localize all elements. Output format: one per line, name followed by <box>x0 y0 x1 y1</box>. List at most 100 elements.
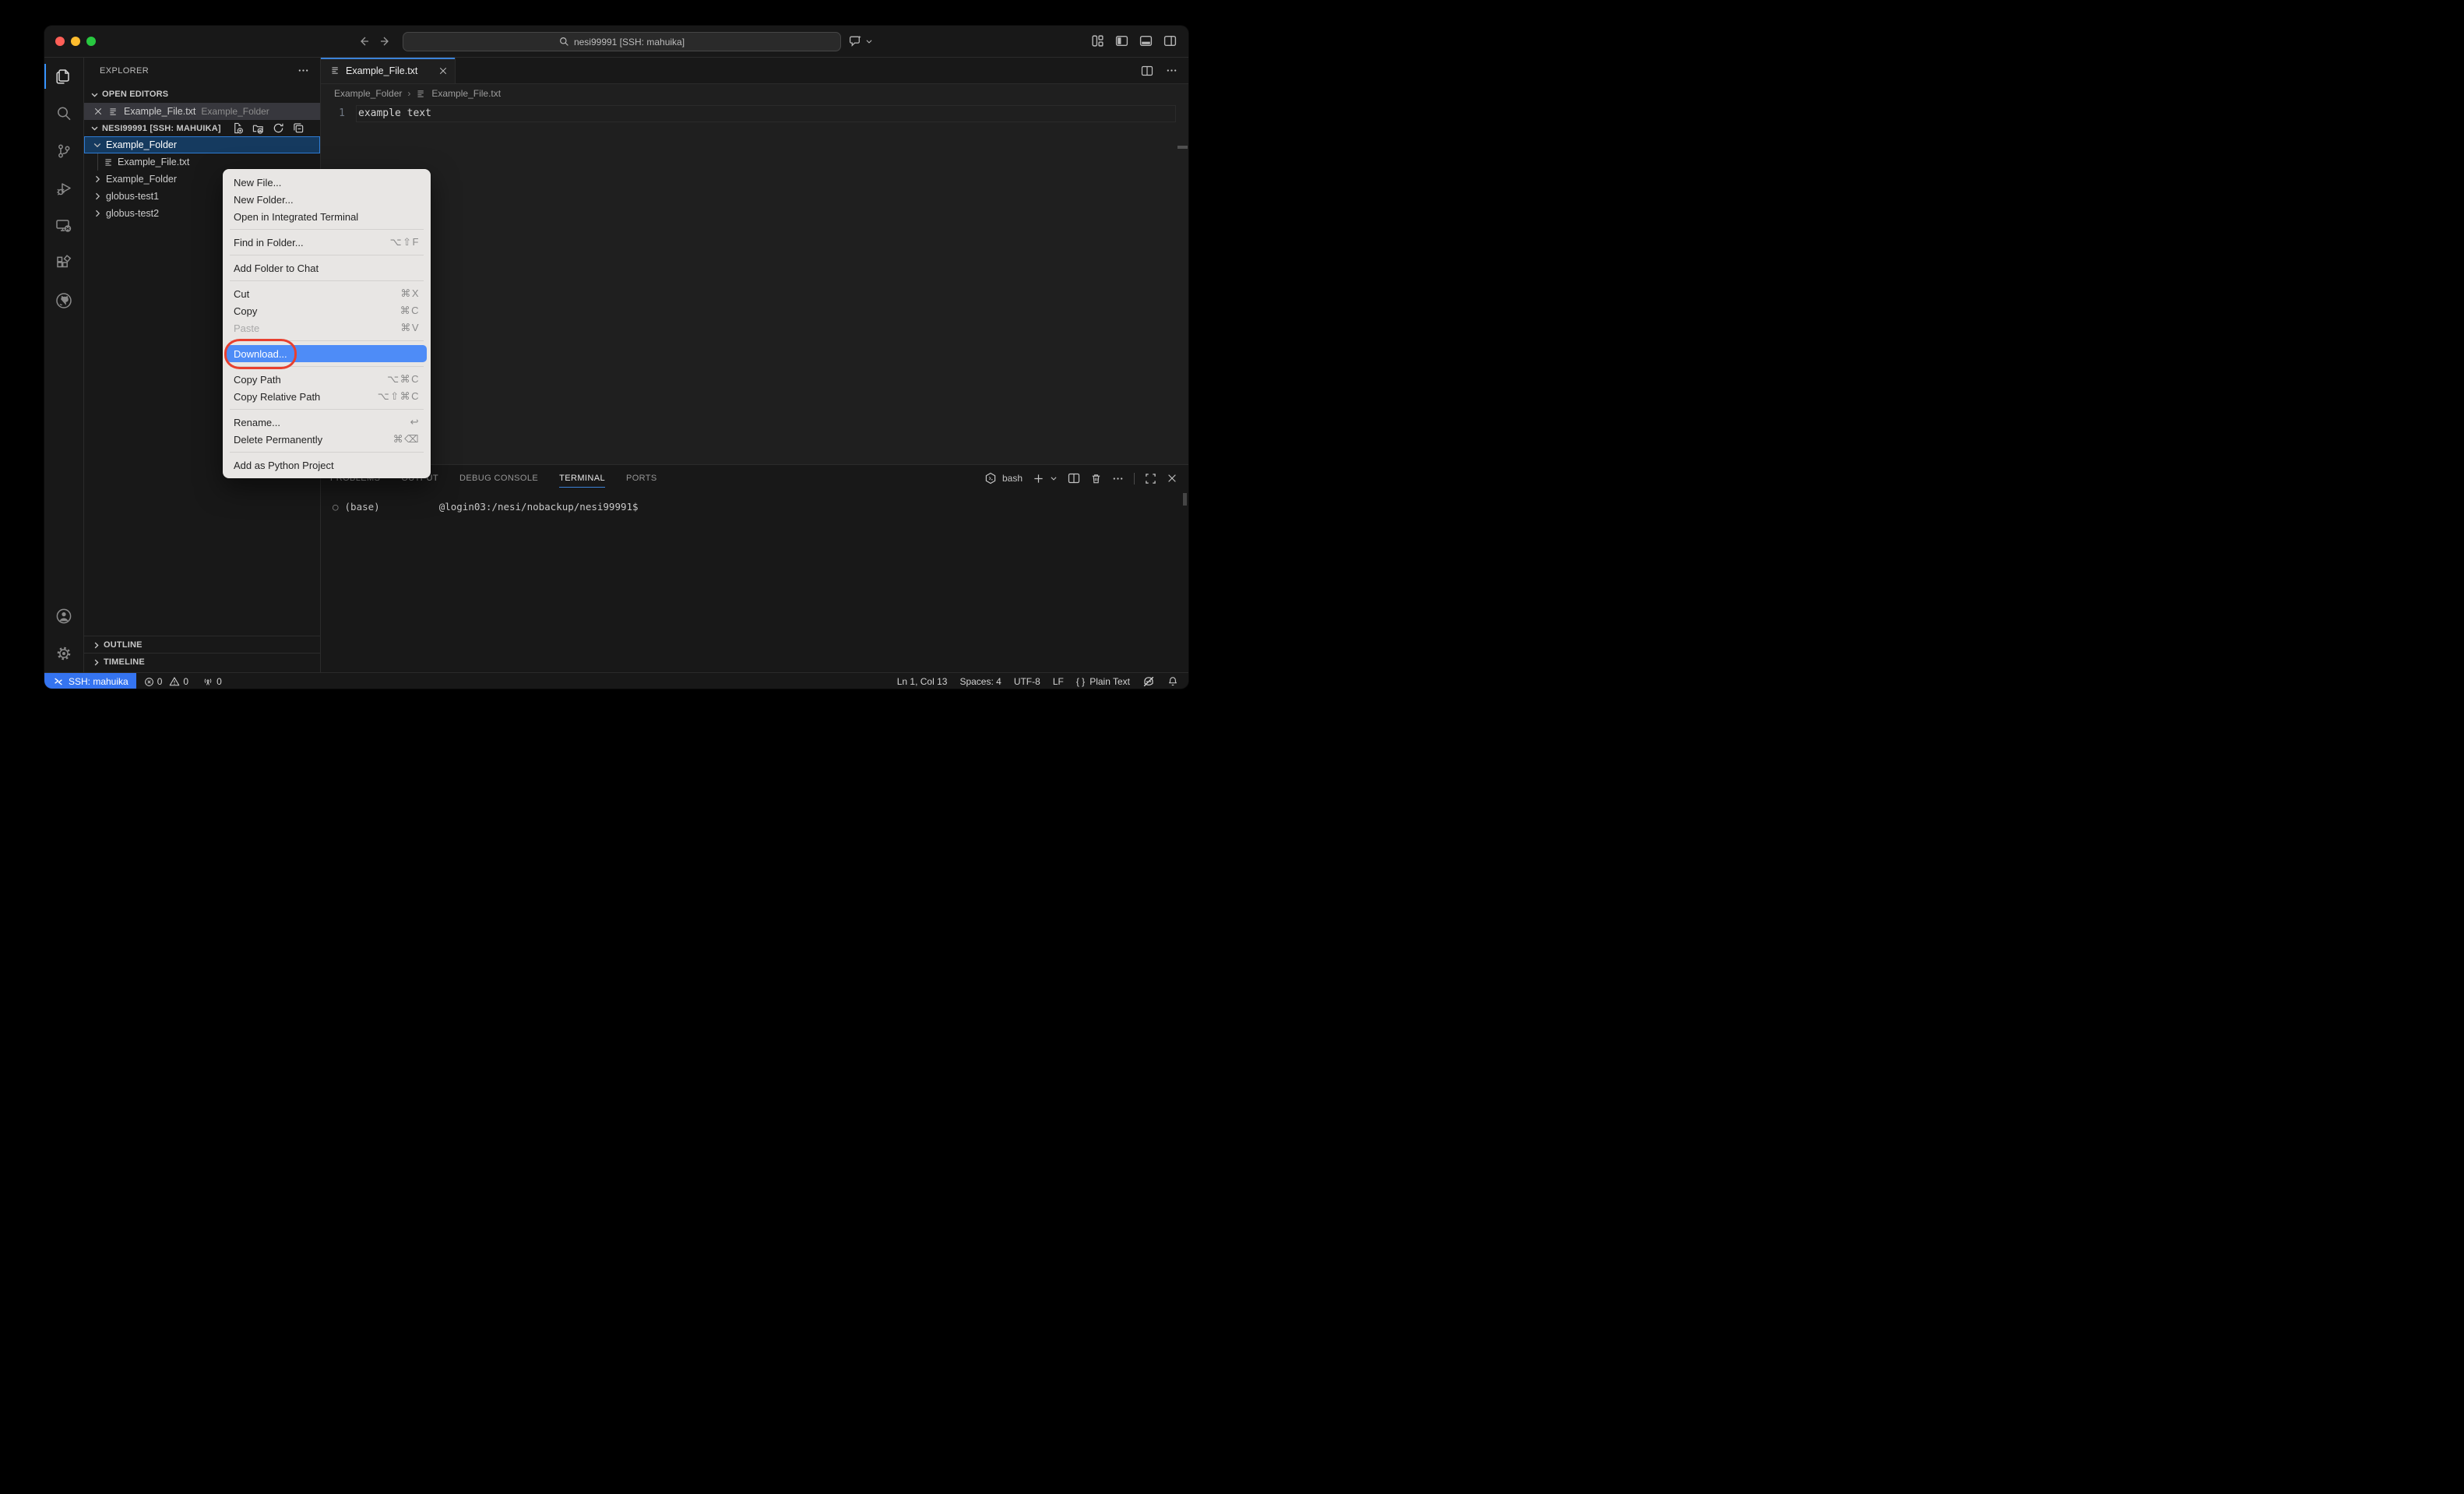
chevron-right-icon <box>93 209 102 218</box>
encoding[interactable]: UTF-8 <box>1014 676 1040 687</box>
minimap-slider[interactable] <box>1177 146 1188 149</box>
menu-item-find-in-folder[interactable]: Find in Folder...⌥⇧F <box>227 234 427 251</box>
search-icon <box>55 104 73 123</box>
zoom-window-button[interactable] <box>86 37 96 46</box>
open-editors-section[interactable]: OPEN EDITORS <box>84 86 320 103</box>
menu-item-new-folder[interactable]: New Folder... <box>227 191 427 208</box>
menu-item-copy[interactable]: Copy⌘C <box>227 302 427 319</box>
chevron-down-icon <box>90 90 99 99</box>
copilot-disabled-icon[interactable] <box>1142 675 1155 688</box>
code-line-text: example text <box>358 107 431 119</box>
terminal-scrollbar[interactable] <box>1183 493 1187 506</box>
terminal-picker-chevron-icon[interactable] <box>1050 474 1058 482</box>
desktop: { "titlebar": { "search_value": "nesi999… <box>0 0 1232 747</box>
breadcrumb-folder[interactable]: Example_Folder <box>334 88 402 99</box>
back-arrow-icon[interactable] <box>357 35 370 48</box>
layout-customize-icon[interactable] <box>1091 34 1104 48</box>
sidebar-item-search[interactable] <box>44 95 83 132</box>
maximize-panel-icon[interactable] <box>1145 473 1156 484</box>
workspace-section-header[interactable]: NESI99991 [SSH: MAHUIKA] <box>84 120 320 136</box>
chevron-down-icon[interactable] <box>865 37 873 45</box>
more-actions-icon[interactable] <box>297 65 309 76</box>
run-debug-icon <box>55 179 73 198</box>
tab-label: Example_File.txt <box>346 65 417 76</box>
menu-item-new-file[interactable]: New File... <box>227 174 427 191</box>
menu-item-delete-permanently[interactable]: Delete Permanently⌘⌫ <box>227 431 427 448</box>
sidebar-item-run-debug[interactable] <box>44 170 83 207</box>
tab-debug-console[interactable]: DEBUG CONSOLE <box>459 465 538 492</box>
menu-item-copy-relative-path[interactable]: Copy Relative Path⌥⇧⌘C <box>227 388 427 405</box>
menu-item-add-as-python-project[interactable]: Add as Python Project <box>227 456 427 474</box>
forward-arrow-icon[interactable] <box>379 35 392 48</box>
open-editor-item[interactable]: Example_File.txt Example_Folder <box>84 103 320 120</box>
ports-status[interactable]: 0 <box>202 676 222 687</box>
close-icon[interactable] <box>93 107 103 116</box>
menu-item-paste: Paste⌘V <box>227 319 427 337</box>
menu-separator <box>230 452 424 453</box>
open-editor-folder: Example_Folder <box>201 106 269 117</box>
close-icon[interactable] <box>438 66 448 76</box>
accounts-menu[interactable] <box>44 597 83 635</box>
search-icon <box>559 37 569 47</box>
tab-terminal[interactable]: TERMINAL <box>559 465 605 492</box>
sidebar-item-remote-explorer[interactable] <box>44 207 83 245</box>
toggle-primary-sidebar-icon[interactable] <box>1115 34 1128 48</box>
copilot-chat-icon[interactable] <box>849 34 862 48</box>
language-mode[interactable]: { } Plain Text <box>1076 676 1130 687</box>
sidebar-item-explorer[interactable] <box>44 58 83 95</box>
indentation[interactable]: Spaces: 4 <box>959 676 1001 687</box>
code-editor[interactable]: 1 example text <box>321 103 1188 464</box>
menu-item-open-integrated-terminal[interactable]: Open in Integrated Terminal <box>227 208 427 225</box>
context-menu: New File... New Folder... Open in Integr… <box>223 169 431 478</box>
remote-indicator[interactable]: SSH: mahuika <box>44 673 136 689</box>
more-actions-icon[interactable] <box>1112 473 1124 484</box>
breadcrumb[interactable]: Example_Folder › Example_File.txt <box>321 84 1188 103</box>
collapse-all-icon[interactable] <box>293 122 304 134</box>
file-icon <box>104 157 114 167</box>
close-panel-icon[interactable] <box>1167 473 1177 484</box>
sidebar-item-extensions[interactable] <box>44 245 83 282</box>
problems-status[interactable]: 0 0 <box>144 676 188 687</box>
close-window-button[interactable] <box>55 37 65 46</box>
menu-item-add-folder-to-chat[interactable]: Add Folder to Chat <box>227 259 427 277</box>
settings-menu[interactable] <box>44 635 83 672</box>
tree-item-example-folder[interactable]: Example_Folder <box>84 136 320 153</box>
menu-item-download[interactable]: Download... <box>227 345 427 362</box>
terminal-content[interactable]: ○ (base) @login03:/nesi/nobackup/nesi999… <box>321 492 1188 513</box>
kill-terminal-icon[interactable] <box>1090 473 1102 484</box>
refresh-icon[interactable] <box>273 122 284 134</box>
warnings-icon <box>169 676 180 687</box>
tab-ports[interactable]: PORTS <box>626 465 657 492</box>
remote-label: SSH: mahuika <box>69 676 128 687</box>
menu-separator <box>230 409 424 410</box>
open-editor-file: Example_File.txt <box>124 106 195 117</box>
settings-gear-icon <box>55 644 73 663</box>
more-actions-icon[interactable] <box>1166 65 1177 76</box>
breadcrumb-file[interactable]: Example_File.txt <box>431 88 501 99</box>
cursor-position[interactable]: Ln 1, Col 13 <box>897 676 948 687</box>
minimize-window-button[interactable] <box>71 37 80 46</box>
command-center-search[interactable]: nesi99991 [SSH: mahuika] <box>403 32 841 51</box>
toggle-secondary-sidebar-icon[interactable] <box>1163 34 1177 48</box>
toggle-panel-icon[interactable] <box>1139 34 1153 48</box>
menu-item-rename[interactable]: Rename...↩ <box>227 414 427 431</box>
new-file-icon[interactable] <box>232 122 244 134</box>
new-terminal-icon[interactable] <box>1033 473 1044 484</box>
notifications-bell-icon[interactable] <box>1167 676 1178 687</box>
new-folder-icon[interactable] <box>252 122 264 134</box>
tab-example-file[interactable]: Example_File.txt <box>321 58 456 83</box>
sidebar-item-github[interactable] <box>44 282 83 319</box>
menu-item-copy-path[interactable]: Copy Path⌥⌘C <box>227 371 427 388</box>
eol-sequence[interactable]: LF <box>1053 676 1064 687</box>
split-terminal-icon[interactable] <box>1068 472 1080 484</box>
menu-item-cut[interactable]: Cut⌘X <box>227 285 427 302</box>
terminal-instance[interactable]: bash <box>984 472 1023 484</box>
chevron-down-icon <box>90 124 99 132</box>
tree-item-example-file[interactable]: Example_File.txt <box>84 153 320 171</box>
outline-section[interactable]: OUTLINE <box>84 636 320 654</box>
timeline-section[interactable]: TIMELINE <box>84 653 320 671</box>
split-editor-icon[interactable] <box>1141 65 1153 77</box>
language-brackets: { } <box>1076 676 1085 687</box>
sidebar-item-source-control[interactable] <box>44 132 83 170</box>
file-icon <box>108 107 118 117</box>
